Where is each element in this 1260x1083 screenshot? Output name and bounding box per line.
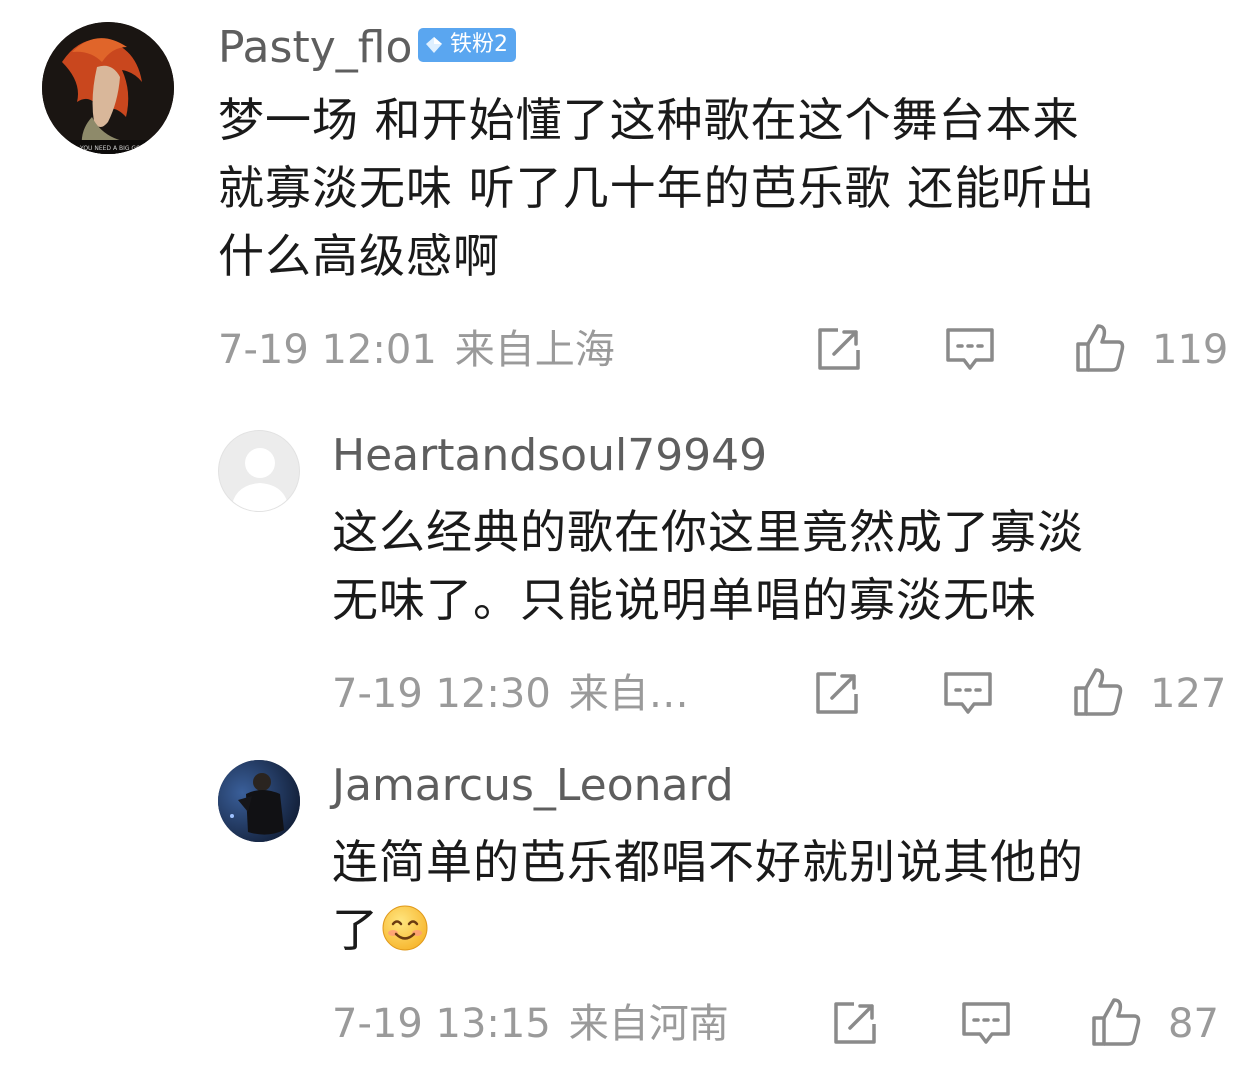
comment-text: 这么经典的歌在你这里竟然成了寡淡 无味了。只能说明单唱的寡淡无味 <box>332 498 1084 634</box>
comment-text: 连简单的芭乐都唱不好就别说其他的 了 <box>332 828 1084 964</box>
comment-date: 7-19 12:30 <box>332 671 551 717</box>
comment-location: 来自上海 <box>454 327 615 373</box>
comment-date: 7-19 13:15 <box>332 1001 551 1047</box>
comment-line: 就寡淡无味 听了几十年的芭乐歌 还能听出 <box>218 161 1096 215</box>
comment-icon[interactable] <box>942 668 994 720</box>
thumbs-up-icon[interactable] <box>1072 666 1124 718</box>
thumbs-up-icon[interactable] <box>1090 996 1142 1048</box>
comment-text: 梦一场 和开始懂了这种歌在这个舞台本来 就寡淡无味 听了几十年的芭乐歌 还能听出… <box>218 86 1095 290</box>
comment-meta: 7-19 13:15 来自河南 <box>332 1000 729 1048</box>
comment-line: 什么高级感啊 <box>218 229 500 283</box>
default-avatar-icon <box>231 448 289 511</box>
diamond-icon <box>426 37 442 53</box>
comment-line: 无味了。只能说明单唱的寡淡无味 <box>332 573 1037 627</box>
comment-icon[interactable] <box>960 998 1012 1050</box>
avatar-image <box>218 760 300 842</box>
avatar[interactable]: YOU NEED A BIG GOD <box>42 22 174 154</box>
comment-location: 来自河南 <box>568 1001 729 1047</box>
thumbs-up-icon[interactable] <box>1074 322 1126 374</box>
smile-emoji-icon <box>382 905 428 951</box>
fan-badge[interactable]: 铁粉2 <box>418 28 516 62</box>
like-count: 87 <box>1168 1001 1219 1047</box>
username[interactable]: Heartandsoul79949 <box>332 430 767 482</box>
badge-label: 铁粉2 <box>450 32 508 57</box>
comment-meta: 7-19 12:01 来自上海 <box>218 326 615 374</box>
comment-location: 来自… <box>568 671 689 717</box>
comment-line: 了 <box>332 903 379 957</box>
share-icon[interactable] <box>812 324 864 376</box>
comment-icon[interactable] <box>944 324 996 376</box>
comment-date: 7-19 12:01 <box>218 327 437 373</box>
username[interactable]: Pasty_flo <box>218 22 412 74</box>
comment-line: 这么经典的歌在你这里竟然成了寡淡 <box>332 505 1084 559</box>
avatar-image: YOU NEED A BIG GOD <box>42 22 174 154</box>
username[interactable]: Jamarcus_Leonard <box>332 760 734 812</box>
avatar[interactable] <box>218 430 300 512</box>
avatar-caption: YOU NEED A BIG GOD <box>79 145 146 152</box>
like-count: 127 <box>1150 671 1227 717</box>
comment-line: 梦一场 和开始懂了这种歌在这个舞台本来 <box>218 93 1080 147</box>
share-icon[interactable] <box>828 998 880 1050</box>
like-count: 119 <box>1152 327 1229 373</box>
comment-line-with-emoji: 了 <box>332 896 1084 964</box>
avatar[interactable] <box>218 760 300 842</box>
comment-line: 连简单的芭乐都唱不好就别说其他的 <box>332 835 1084 889</box>
share-icon[interactable] <box>810 668 862 720</box>
comment-meta: 7-19 12:30 来自… <box>332 670 689 718</box>
